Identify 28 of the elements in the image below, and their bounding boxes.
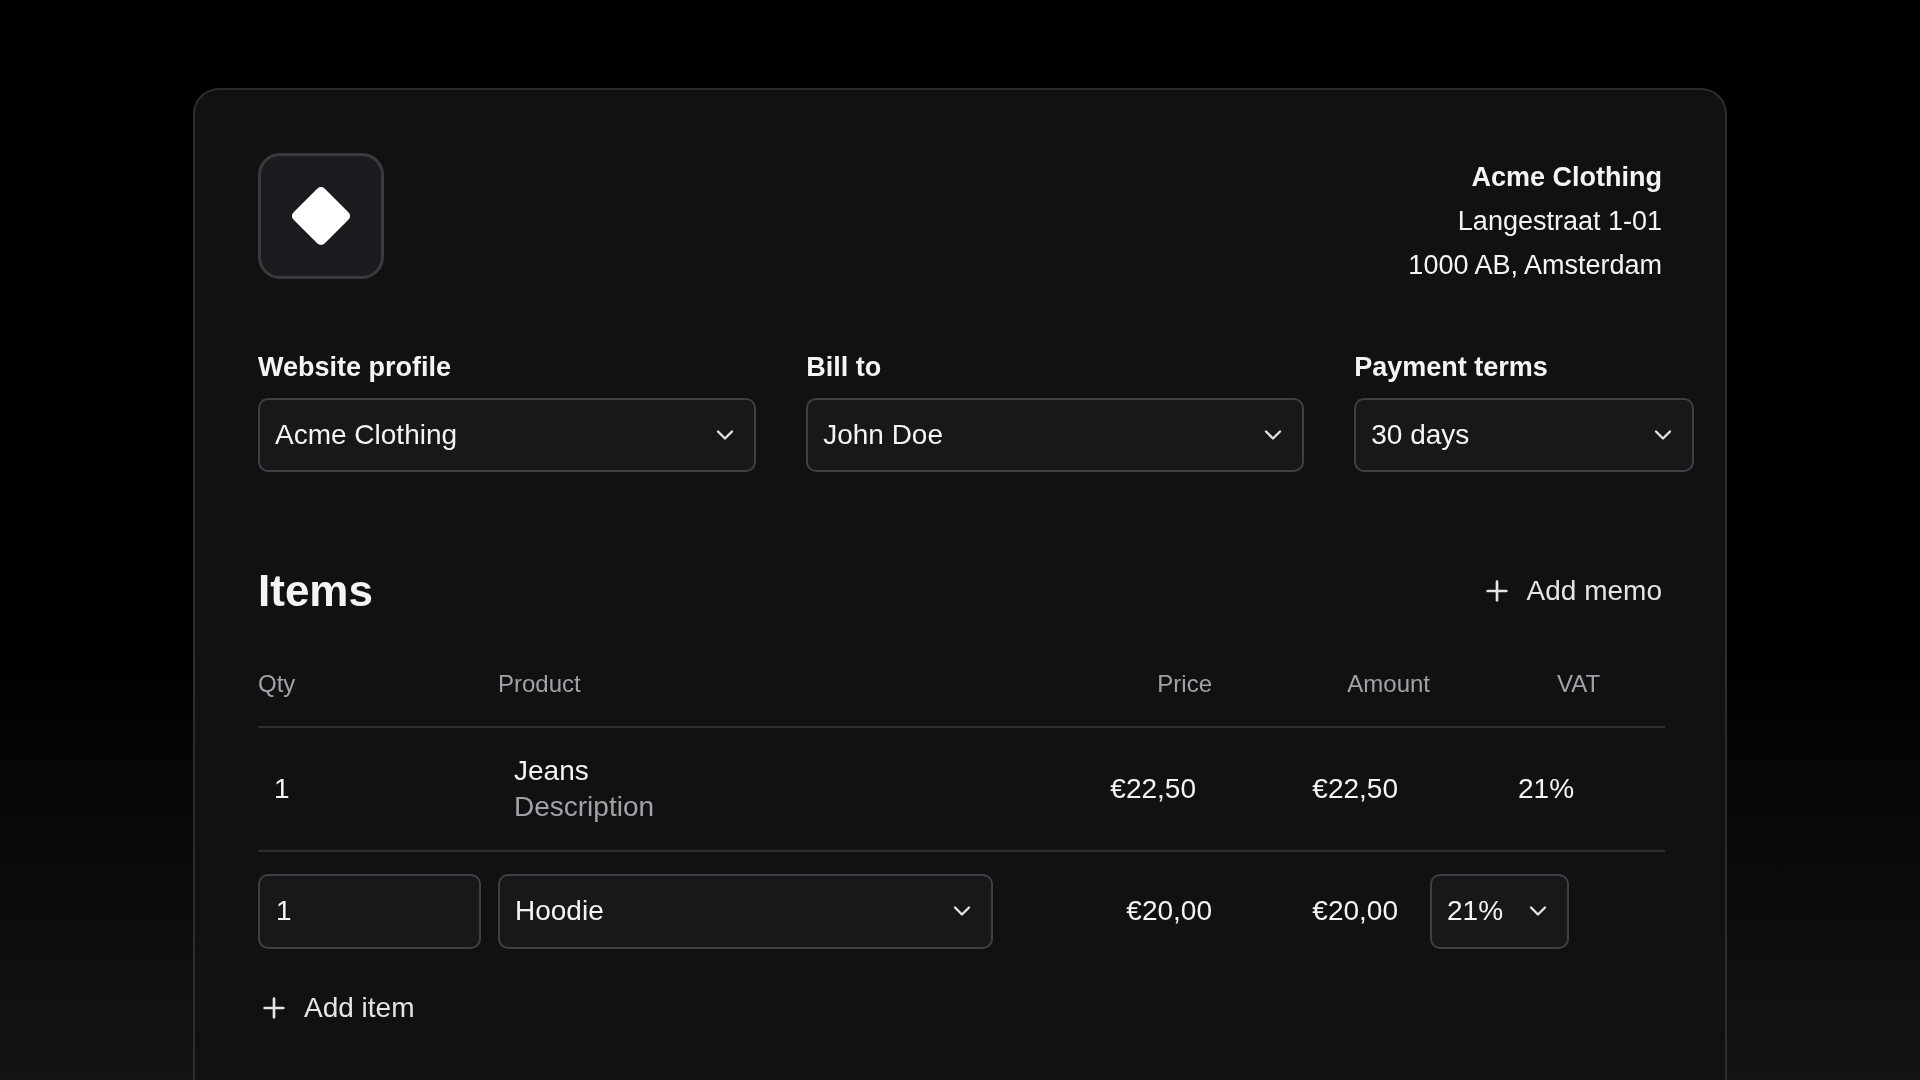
product-select[interactable]: Hoodie [498, 873, 993, 949]
vat-select[interactable]: 21% [1430, 873, 1569, 949]
add-memo-button[interactable]: Add memo [1480, 569, 1662, 612]
column-header: VAT [1557, 669, 1601, 697]
column-header: Qty [258, 669, 296, 697]
add-item-button[interactable]: Add item [258, 986, 415, 1029]
product-description: Description [514, 789, 656, 824]
company-address: Langestraat 1-01 [1457, 205, 1662, 238]
section-title: Items [258, 564, 373, 617]
table-cell: €22,50 [1110, 772, 1196, 804]
table-cell: 21% [1518, 772, 1575, 804]
column-header: Product [498, 669, 581, 697]
quantity-input[interactable]: 1 [258, 873, 481, 949]
column-header: Amount [1347, 669, 1430, 697]
table-cell: 1 [274, 772, 290, 804]
company-address: 1000 AB, Amsterdam [1408, 249, 1662, 282]
field-label: Payment terms [1354, 351, 1549, 384]
field-label: Website profile [258, 351, 453, 384]
table-cell: €20,00 [1312, 895, 1398, 926]
company-name: Acme Clothing [1471, 161, 1662, 194]
table-cell: €22,50 [1312, 772, 1398, 804]
select-field[interactable]: Acme Clothing [258, 397, 757, 472]
field-label: Bill to [806, 351, 883, 384]
column-header: Price [1157, 669, 1212, 697]
product-name: Jeans [514, 753, 590, 788]
table-cell: €20,00 [1126, 895, 1212, 926]
select-field[interactable]: John Doe [806, 397, 1305, 472]
select-field[interactable]: 30 days [1354, 397, 1694, 472]
